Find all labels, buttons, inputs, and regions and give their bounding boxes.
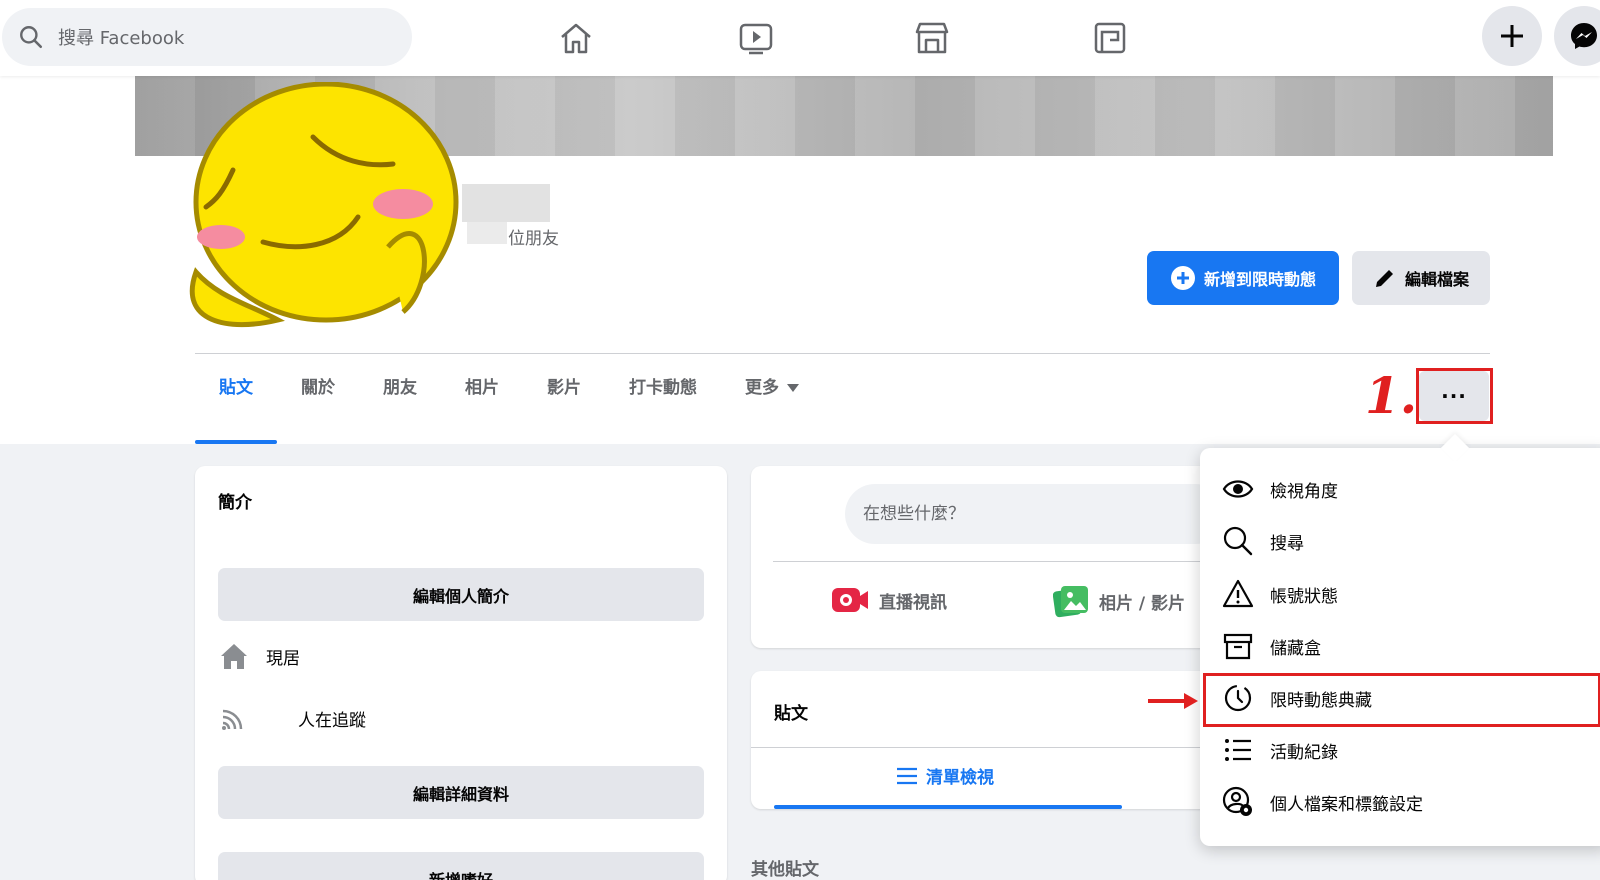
followers-label: 人在追蹤 [298,710,366,731]
messenger-button[interactable] [1554,6,1600,66]
post-composer-card: 在想些什麼？ 直播視訊 相片 / 影片 [751,466,1225,648]
plus-icon [1501,25,1523,47]
house-icon [221,644,247,669]
create-button[interactable] [1482,6,1542,66]
tab-friends[interactable]: 朋友 [359,366,441,444]
top-navigation-bar: 搜尋 Facebook [0,0,1600,76]
eye-icon [1222,480,1254,498]
more-options-menu: 檢視角度 搜尋 帳號狀態 儲藏盒 限時動態典藏 活動紀錄 個人檔案和標籤設定 [1200,448,1600,846]
posts-card: 貼文 清單檢視 [751,671,1211,809]
tab-posts[interactable]: 貼文 [195,366,277,444]
list-view-tab[interactable]: 清單檢視 [896,763,994,788]
intro-card: 簡介 編輯個人簡介 現居 人在追蹤 編輯詳細資料 新增嗜好 [195,466,727,880]
blurred-count [467,222,507,244]
annotation-highlight-box [1416,368,1493,424]
search-icon [20,26,43,49]
menu-item-label: 檢視角度 [1270,481,1338,502]
menu-item-archive[interactable]: 儲藏盒 [1222,622,1321,670]
search-bar[interactable]: 搜尋 Facebook [2,8,412,66]
marketplace-icon[interactable] [908,14,956,62]
edit-profile-button[interactable]: 編輯檔案 [1352,251,1490,305]
add-hobbies-button[interactable]: 新增嗜好 [218,852,704,880]
warning-icon [1222,579,1254,608]
tab-videos[interactable]: 影片 [523,366,605,444]
tab-more-label: 更多 [745,378,779,398]
intro-title: 簡介 [218,493,252,513]
posts-title: 貼文 [774,704,808,724]
annotation-highlight-box [1203,673,1600,727]
edit-details-button[interactable]: 編輯詳細資料 [218,766,704,819]
search-placeholder: 搜尋 Facebook [58,28,185,49]
menu-item-search[interactable]: 搜尋 [1222,517,1304,565]
menu-item-account-status[interactable]: 帳號狀態 [1222,570,1338,618]
edit-profile-label: 編輯檔案 [1404,270,1469,289]
list-view-label: 清單檢視 [926,768,994,788]
menu-item-activity-log[interactable]: 活動紀錄 [1222,726,1338,774]
annotation-step-number: 1. [1365,366,1418,425]
current-city-label: 現居 [266,648,300,669]
add-to-story-button[interactable]: 新增到限時動態 [1147,251,1339,305]
tab-check-ins[interactable]: 打卡動態 [605,366,721,444]
gaming-icon[interactable] [1086,14,1134,62]
friends-count[interactable]: 位朋友 [508,224,559,249]
menu-item-label: 儲藏盒 [1270,638,1321,659]
archive-box-icon [1223,633,1253,660]
list-icon [1225,739,1251,761]
tab-about[interactable]: 關於 [277,366,359,444]
other-posts-heading: 其他貼文 [751,860,819,880]
profile-header: 位朋友 新增到限時動態 編輯檔案 貼文 關於 朋友 相片 影片 打卡動態 更多 … [0,70,1600,444]
tab-photos[interactable]: 相片 [441,366,523,444]
posts-divider [751,747,1211,748]
profile-tabs: 貼文 關於 朋友 相片 影片 打卡動態 更多 [195,366,823,444]
blurred-name [462,184,550,222]
composer-input[interactable]: 在想些什麼？ [845,484,1225,544]
menu-item-label: 帳號狀態 [1270,586,1338,607]
tab-more[interactable]: 更多 [721,366,823,444]
header-divider [195,353,1490,354]
watch-icon[interactable] [732,14,780,62]
pencil-icon [1375,270,1393,287]
live-video-label: 直播視訊 [879,592,947,613]
profile-settings-icon [1222,786,1252,816]
menu-item-label: 搜尋 [1270,533,1304,554]
edit-bio-button[interactable]: 編輯個人簡介 [218,568,704,621]
followers-row: 人在追蹤 [218,702,366,734]
current-city-row: 現居 [218,640,300,672]
messenger-icon [1571,23,1597,49]
menu-item-label: 個人檔案和標籤設定 [1270,794,1423,815]
live-video-icon [832,588,868,612]
photo-video-icon [1053,586,1088,618]
home-icon[interactable] [552,14,600,62]
rss-icon [222,709,243,730]
profile-avatar[interactable] [188,82,463,332]
menu-item-label: 活動紀錄 [1270,742,1338,763]
search-icon [1223,526,1253,556]
active-tab-underline [774,805,1122,809]
photo-video-label: 相片 / 影片 [1099,593,1186,614]
photo-video-button[interactable]: 相片 / 影片 [1053,584,1185,618]
live-video-button[interactable]: 直播視訊 [831,584,947,616]
composer-divider [773,561,1203,562]
menu-item-profile-settings[interactable]: 個人檔案和標籤設定 [1222,778,1423,826]
menu-item-view-as[interactable]: 檢視角度 [1222,465,1338,513]
caret-down-icon [787,384,799,392]
add-to-story-label: 新增到限時動態 [1203,270,1316,289]
list-icon [897,767,917,784]
annotation-arrow-icon [1148,693,1198,709]
plus-circle-icon [1170,266,1195,290]
